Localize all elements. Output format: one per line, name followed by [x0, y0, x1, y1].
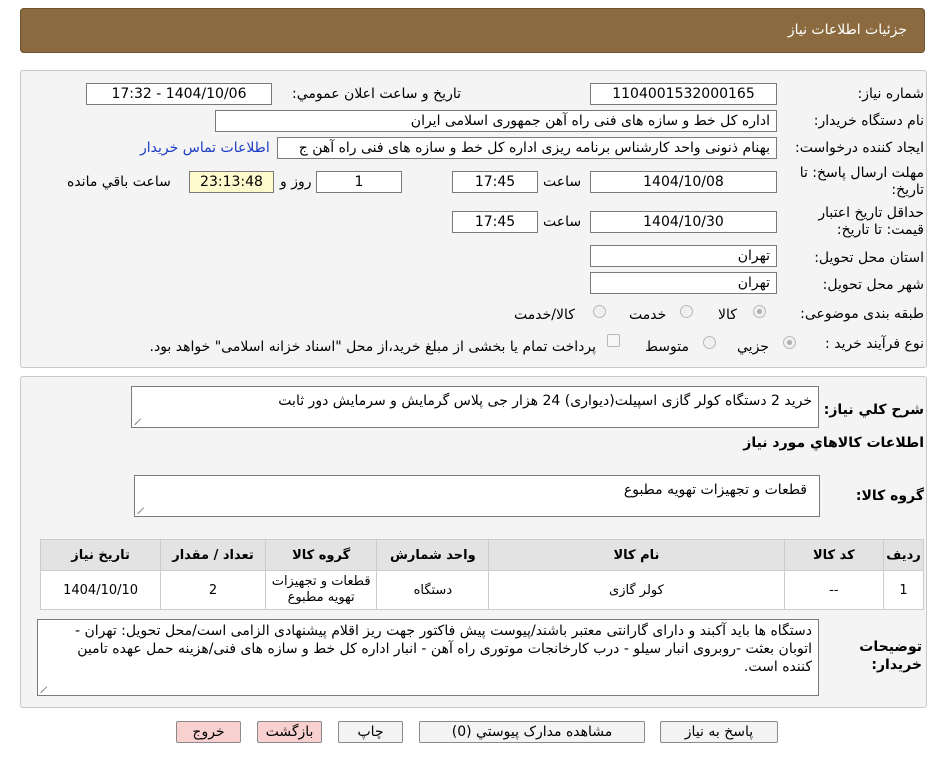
city-field: تهران	[590, 272, 777, 294]
process-option-minor: جزيي	[737, 339, 769, 355]
back-button[interactable]: بازگشت	[257, 721, 322, 743]
goods-info-title: اطلاعات کالاهاي مورد نياز	[743, 435, 924, 451]
col-unit: واحد شمارش	[376, 539, 490, 571]
buyer-notes-label: توضيحات خريدار:	[859, 639, 922, 673]
remaining-time-label: ساعت باقي مانده	[67, 174, 171, 190]
category-radio-service[interactable]	[680, 305, 693, 318]
page-header: جزئیات اطلاعات نیاز	[20, 8, 925, 53]
process-radio-medium[interactable]	[703, 336, 716, 349]
requester-field: بهنام ذنونی واحد کارشناس برنامه ریزی ادا…	[277, 137, 777, 159]
description-textarea: خرید 2 دستگاه کولر گازی اسپیلت(دیواری) 2…	[131, 386, 819, 428]
announce-datetime-field: 1404/10/06 - 17:32	[86, 83, 272, 105]
days-field: 1	[316, 171, 402, 193]
cell-row-number: 1	[883, 570, 924, 610]
description-label: شرح کلي نياز:	[823, 402, 924, 418]
page-title: جزئیات اطلاعات نیاز	[787, 22, 907, 38]
col-quantity: تعداد / مقدار	[160, 539, 266, 571]
reply-date-field: 1404/10/08	[590, 171, 777, 193]
col-need-date: تاريخ نياز	[39, 539, 162, 571]
goods-group-label: گروه کالا:	[855, 488, 924, 504]
description-text: خرید 2 دستگاه کولر گازی اسپیلت(دیواری) 2…	[278, 393, 812, 409]
cell-need-date: 1404/10/10	[39, 570, 162, 610]
print-button[interactable]: چاپ	[338, 721, 403, 743]
validity-time-field: 17:45	[452, 211, 538, 233]
reply-time-label: ساعت	[543, 174, 582, 190]
price-validity-label: حداقل تاريخ اعتبار قيمت: تا تاريخ:	[818, 205, 924, 238]
remaining-time-field: 23:13:48	[189, 171, 274, 193]
reply-deadline-label: مهلت ارسال پاسخ: تا تاريخ:	[799, 165, 924, 198]
days-label: روز و	[280, 174, 312, 190]
category-option-goods-service: کالا/خدمت	[514, 307, 575, 323]
buyer-org-label: نام دستگاه خريدار:	[813, 113, 924, 129]
category-label: طبقه بندی موضوعی:	[800, 306, 924, 322]
exit-button[interactable]: خروج	[176, 721, 241, 743]
table-row: 1 -- کولر گازی دستگاه قطعات و تجهیزات ته…	[39, 570, 924, 610]
validity-time-label: ساعت	[543, 214, 582, 230]
requester-label: ايجاد کننده درخواست:	[795, 140, 924, 156]
need-number-field: 1104001532000165	[590, 83, 777, 105]
treasury-bonds-checkbox[interactable]	[607, 334, 620, 347]
buyer-org-field: اداره کل خط و سازه های فنی راه آهن جمهور…	[215, 110, 777, 132]
resize-grip-icon[interactable]	[137, 506, 145, 514]
table-header-row: رديف کد کالا نام کالا واحد شمارش گروه کا…	[39, 539, 924, 571]
process-radio-minor[interactable]	[783, 336, 796, 349]
buyer-notes-textarea: دستگاه ها باید آکبند و دارای گارانتی معت…	[37, 619, 819, 696]
validity-date-field: 1404/10/30	[590, 211, 777, 233]
col-goods-group: گروه کالا	[264, 539, 378, 571]
view-attachments-button[interactable]: مشاهده مدارک پيوستي (0)	[419, 721, 645, 743]
resize-grip-icon[interactable]	[134, 417, 142, 425]
col-item-code: کد کالا	[783, 539, 885, 571]
announce-datetime-label: تاريخ و ساعت اعلان عمومي:	[292, 86, 461, 102]
reply-button[interactable]: پاسخ به نياز	[660, 721, 778, 743]
cell-quantity: 2	[160, 570, 266, 610]
cell-item-name: کولر گازی	[488, 570, 785, 610]
city-label: شهر محل تحويل:	[822, 277, 924, 293]
category-option-goods: کالا	[718, 307, 737, 323]
goods-group-text: قطعات و تجهیزات تهویه مطبوع	[623, 482, 807, 498]
buyer-contact-link[interactable]: اطلاعات تماس خريدار	[140, 140, 270, 156]
province-field: تهران	[590, 245, 777, 267]
treasury-payment-note: پرداخت تمام يا بخشی از مبلغ خريد،از محل …	[149, 339, 596, 355]
category-option-service: خدمت	[629, 307, 667, 323]
process-type-label: نوع فرآيند خريد :	[825, 336, 924, 352]
process-option-medium: متوسط	[645, 339, 689, 355]
resize-grip-icon[interactable]	[40, 685, 48, 693]
cell-unit: دستگاه	[376, 570, 490, 610]
category-radio-goods-service[interactable]	[593, 305, 606, 318]
cell-goods-group: قطعات و تجهیزات تهویه مطبوع	[264, 570, 378, 610]
province-label: استان محل تحويل:	[814, 250, 924, 266]
items-table: رديف کد کالا نام کالا واحد شمارش گروه کا…	[39, 539, 924, 610]
need-number-label: شماره نياز:	[857, 86, 925, 102]
category-radio-goods[interactable]	[753, 305, 766, 318]
col-item-name: نام کالا	[488, 539, 785, 571]
col-row-number: رديف	[883, 539, 924, 571]
reply-time-field: 17:45	[452, 171, 538, 193]
goods-group-textarea: قطعات و تجهیزات تهویه مطبوع	[134, 475, 820, 517]
cell-item-code: --	[783, 570, 885, 610]
buyer-notes-text: دستگاه ها باید آکبند و دارای گارانتی معت…	[74, 623, 812, 675]
